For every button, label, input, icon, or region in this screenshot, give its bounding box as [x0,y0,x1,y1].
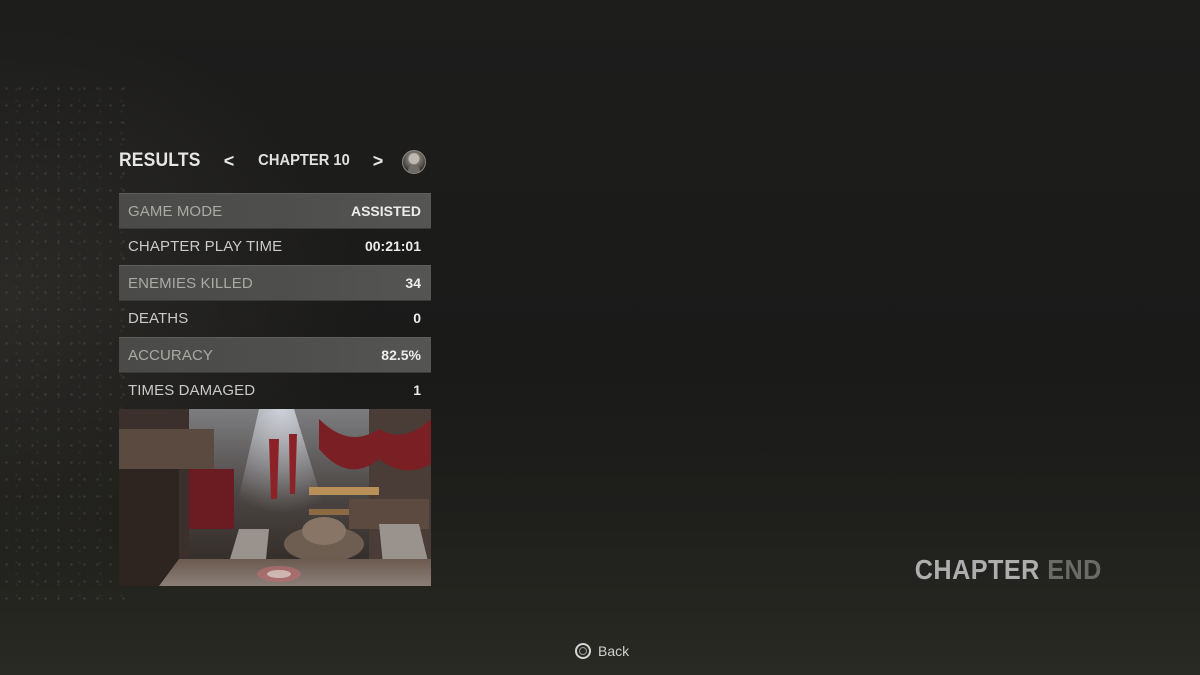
chapter-end-word1: CHAPTER [915,554,1040,585]
stat-value: 1 [413,382,421,398]
stat-label: DEATHS [128,310,189,327]
stat-row-chapter-play-time: CHAPTER PLAY TIME 00:21:01 [119,229,431,265]
next-chapter-arrow-icon[interactable]: > [369,150,387,172]
stat-label: ENEMIES KILLED [128,275,253,292]
stat-label: TIMES DAMAGED [128,382,256,399]
results-header: RESULTS < CHAPTER 10 > [119,146,431,178]
stat-value: 82.5% [381,347,421,363]
stat-row-accuracy: ACCURACY 82.5% [119,337,431,373]
back-button[interactable]: Back [575,641,629,661]
circle-button-icon [575,643,591,659]
stats-table: GAME MODE ASSISTED CHAPTER PLAY TIME 00:… [119,193,431,409]
stat-row-enemies-killed: ENEMIES KILLED 34 [119,265,431,301]
results-screen: RESULTS < CHAPTER 10 > GAME MODE ASSISTE… [0,0,1200,675]
stat-label: CHAPTER PLAY TIME [128,238,283,255]
chapter-end-title: CHAPTER END [915,554,1102,586]
stat-label: ACCURACY [128,347,213,364]
stat-row-times-damaged: TIMES DAMAGED 1 [119,373,431,409]
back-label: Back [598,643,630,659]
prev-chapter-arrow-icon[interactable]: < [220,150,238,172]
background-dust [0,80,130,600]
chapter-label: CHAPTER 10 [258,152,350,169]
chapter-preview-image [119,409,431,586]
character-avatar-icon [402,150,426,174]
stat-value: 0 [413,310,421,326]
stat-row-deaths: DEATHS 0 [119,301,431,337]
results-title: RESULTS [119,150,201,171]
chapter-end-word2: END [1047,554,1102,585]
stat-label: GAME MODE [128,203,223,220]
stat-value: ASSISTED [350,203,421,219]
stat-value: 34 [405,275,421,291]
stat-row-game-mode: GAME MODE ASSISTED [119,193,431,229]
stat-value: 00:21:01 [364,238,421,254]
